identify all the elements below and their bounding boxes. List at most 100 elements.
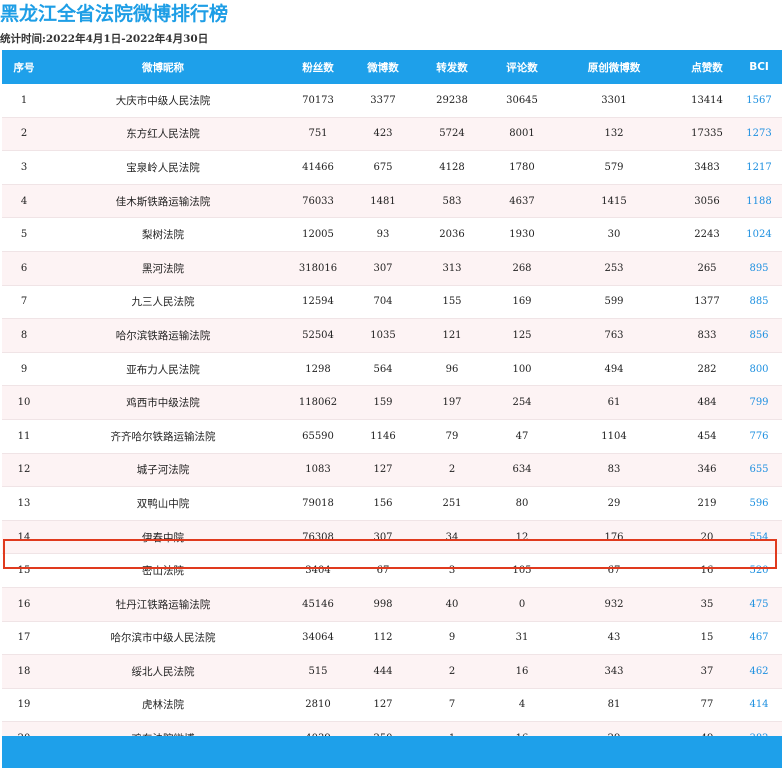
cell-bci[interactable]: 856 [736, 318, 782, 353]
cell-rank: 1 [2, 84, 46, 118]
table-row: 7 九三人民法院 12594 704 155 169 599 1377 885 [2, 285, 782, 320]
cell-likes: 346 [678, 453, 736, 488]
cell-comments: 1780 [494, 150, 550, 185]
cell-reposts: 34 [410, 520, 494, 555]
column-header-original-posts: 原创微博数 [550, 50, 678, 84]
cell-bci[interactable]: 800 [736, 352, 782, 387]
cell-bci[interactable]: 1188 [736, 184, 782, 219]
cell-bci[interactable]: 655 [736, 453, 782, 488]
table-row: 18 绥北人民法院 515 444 2 16 343 37 462 [2, 654, 782, 689]
cell-reposts: 5724 [410, 117, 494, 152]
cell-original-posts: 343 [550, 654, 678, 689]
cell-reposts: 197 [410, 385, 494, 420]
cell-likes: 282 [678, 352, 736, 387]
cell-weibo-name: 密山法院 [46, 553, 280, 588]
cell-weibo-name: 双鸭山中院 [46, 486, 280, 521]
cell-weibo-name: 牡丹江铁路运输法院 [46, 587, 280, 622]
cell-posts: 423 [356, 117, 410, 152]
cell-comments: 105 [494, 553, 550, 588]
cell-bci[interactable]: 1217 [736, 150, 782, 185]
cell-rank: 2 [2, 117, 46, 152]
cell-bci[interactable]: 414 [736, 688, 782, 723]
cell-bci[interactable]: 1024 [736, 217, 782, 252]
cell-bci[interactable]: 462 [736, 654, 782, 689]
cell-followers: 318016 [280, 251, 356, 286]
cell-weibo-name: 黑河法院 [46, 251, 280, 286]
cell-reposts: 583 [410, 184, 494, 219]
cell-bci[interactable]: 520 [736, 553, 782, 588]
cell-posts: 112 [356, 621, 410, 656]
cell-rank: 17 [2, 621, 46, 656]
cell-likes: 17335 [678, 117, 736, 152]
cell-likes: 35 [678, 587, 736, 622]
cell-followers: 76308 [280, 520, 356, 555]
page-title: 黑龙江全省法院微博排行榜 [0, 3, 229, 25]
cell-likes: 265 [678, 251, 736, 286]
cell-rank: 15 [2, 553, 46, 588]
cell-comments: 30645 [494, 84, 550, 118]
column-header-followers: 粉丝数 [280, 50, 356, 84]
cell-original-posts: 253 [550, 251, 678, 286]
cell-rank: 18 [2, 654, 46, 689]
table-row: 13 双鸭山中院 79018 156 251 80 29 219 596 [2, 486, 782, 521]
cell-followers: 1083 [280, 453, 356, 488]
cell-comments: 8001 [494, 117, 550, 152]
cell-reposts: 9 [410, 621, 494, 656]
cell-original-posts: 1104 [550, 419, 678, 454]
cell-original-posts: 494 [550, 352, 678, 387]
cell-followers: 70173 [280, 84, 356, 118]
cell-reposts: 7 [410, 688, 494, 723]
cell-comments: 47 [494, 419, 550, 454]
cell-original-posts: 763 [550, 318, 678, 353]
table-row: 4 佳木斯铁路运输法院 76033 1481 583 4637 1415 3056 1188 [2, 184, 782, 219]
cell-comments: 80 [494, 486, 550, 521]
cell-reposts: 79 [410, 419, 494, 454]
cell-weibo-name: 鸡西市中级法院 [46, 385, 280, 420]
cell-bci[interactable]: 467 [736, 621, 782, 656]
cell-posts: 156 [356, 486, 410, 521]
cell-bci[interactable]: 596 [736, 486, 782, 521]
cell-followers: 3404 [280, 553, 356, 588]
cell-bci[interactable]: 799 [736, 385, 782, 420]
cell-posts: 1481 [356, 184, 410, 219]
cell-reposts: 2 [410, 654, 494, 689]
cell-comments: 254 [494, 385, 550, 420]
cell-rank: 9 [2, 352, 46, 387]
cell-bci[interactable]: 895 [736, 251, 782, 286]
table-row: 11 齐齐哈尔铁路运输法院 65590 1146 79 47 1104 454 776 [2, 419, 782, 454]
cell-rank: 4 [2, 184, 46, 219]
table-row: 5 梨树法院 12005 93 2036 1930 30 2243 1024 [2, 217, 782, 252]
cell-likes: 37 [678, 654, 736, 689]
cell-comments: 169 [494, 285, 550, 320]
cell-posts: 127 [356, 688, 410, 723]
cell-posts: 1146 [356, 419, 410, 454]
cell-rank: 7 [2, 285, 46, 320]
cell-followers: 45146 [280, 587, 356, 622]
cell-rank: 13 [2, 486, 46, 521]
cell-bci[interactable]: 554 [736, 520, 782, 555]
table-row: 12 城子河法院 1083 127 2 634 83 346 655 [2, 453, 782, 488]
cell-bci[interactable]: 1567 [736, 84, 782, 118]
cell-bci[interactable]: 1273 [736, 117, 782, 152]
table-row: 6 黑河法院 318016 307 313 268 253 265 895 [2, 251, 782, 286]
cell-bci[interactable]: 475 [736, 587, 782, 622]
cell-original-posts: 3301 [550, 84, 678, 118]
cell-bci[interactable]: 776 [736, 419, 782, 454]
cell-weibo-name: 佳木斯铁路运输法院 [46, 184, 280, 219]
cell-posts: 307 [356, 251, 410, 286]
column-header-comments: 评论数 [494, 50, 550, 84]
cell-likes: 219 [678, 486, 736, 521]
cell-followers: 34064 [280, 621, 356, 656]
cell-bci[interactable]: 885 [736, 285, 782, 320]
cell-reposts: 2 [410, 453, 494, 488]
cell-original-posts: 176 [550, 520, 678, 555]
cell-rank: 16 [2, 587, 46, 622]
column-header-weibo-name: 微博昵称 [46, 50, 280, 84]
column-header-reposts: 转发数 [410, 50, 494, 84]
table-row: 15 密山法院 3404 67 3 105 67 16 520 [2, 553, 782, 588]
cell-followers: 76033 [280, 184, 356, 219]
cell-rank: 10 [2, 385, 46, 420]
cell-likes: 2243 [678, 217, 736, 252]
column-header-posts: 微博数 [356, 50, 410, 84]
cell-comments: 4637 [494, 184, 550, 219]
